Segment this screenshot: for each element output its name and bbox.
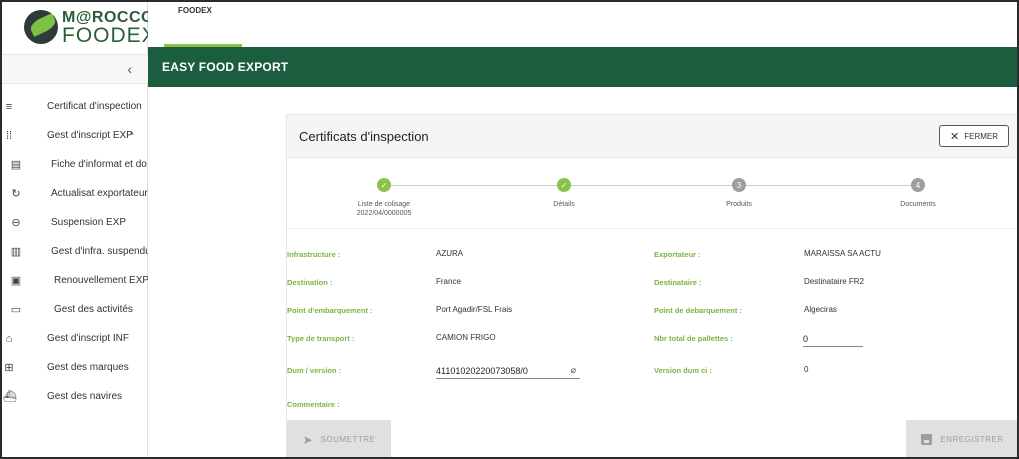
sidebar-item-navires[interactable]: ⛴ Gest des navires [0, 382, 148, 411]
building-icon: ▥ [10, 245, 22, 258]
version-dum-ci-label: Version dum ci : [654, 366, 712, 375]
page-title: EASY FOOD EXPORT [162, 60, 289, 74]
submit-button[interactable]: ➤ SOUMETTRE [287, 420, 391, 459]
destinataire-label: Destinataire : [654, 278, 702, 287]
close-icon: ✕ [950, 130, 960, 143]
sidebar-item-gest-inscript-exp[interactable]: ⁞⁞ Gest d'inscript EXP ^ [0, 121, 148, 150]
sidebar-item-infra-suspendu[interactable]: ▥ Gest d'infra. suspendu [0, 237, 148, 266]
clipboard-icon: ▤ [10, 158, 22, 171]
field-row: Dum / version : 41101020220073058/0 ⌀ Ve… [287, 365, 1019, 393]
step-details[interactable]: ✓ Détails [489, 178, 639, 209]
sidebar-item-actualisat[interactable]: ↻ Actualisat exportateur [0, 179, 148, 208]
destination-label: Destination : [287, 278, 333, 287]
certificat-card: Certificats d'inspection ✕ FERMER ✓ List… [286, 114, 1019, 459]
sidebar-item-activites[interactable]: ▭ Gest des activités [0, 295, 148, 324]
apps-grid-icon: ⁞⁞ [5, 129, 13, 142]
step-produits[interactable]: 3 Produits [664, 178, 814, 209]
logo-line2: FOODEX [62, 24, 157, 47]
sidebar-item-label: Gest des navires [47, 391, 123, 402]
account-box-icon: ▣ [10, 274, 22, 287]
sidebar: M@ROCCO FOODEX ‹ ≡ Certificat d'inspecti… [0, 0, 156, 459]
check-icon: ✓ [557, 178, 571, 192]
brand-logo[interactable]: M@ROCCO FOODEX [10, 4, 156, 50]
transport-value: CAMION FRIGO [436, 333, 496, 342]
sidebar-collapse-button[interactable]: ‹ [0, 54, 148, 84]
sidebar-nav: ≡ Certificat d'inspection ⁞⁞ Gest d'insc… [0, 92, 148, 411]
bank-icon: ⌂ [5, 332, 13, 345]
palettes-input[interactable]: 0 [803, 331, 863, 347]
save-button[interactable]: ENREGISTRER [906, 420, 1019, 459]
sidebar-item-label: Gest des marques [47, 362, 129, 373]
card-title: Certificats d'inspection [299, 129, 429, 144]
destinataire-value: Destinataire FR2 [804, 277, 865, 286]
destination-value: France [436, 277, 461, 286]
embarquement-value: Port Agadir/FSL Frais [436, 305, 513, 314]
step-documents[interactable]: 4 Documents [843, 178, 993, 209]
field-row: Infrastructure : AZURA Exportateur : MAR… [287, 249, 1019, 277]
step-label: Documents [900, 201, 936, 208]
stepper: ✓ Liste de colisage 2022/04/0000005 ✓ Dé… [287, 159, 1019, 229]
exportateur-value: MARAISSA SA ACTU [804, 249, 881, 258]
sidebar-item-suspension[interactable]: ⊖ Suspension EXP [0, 208, 148, 237]
save-button-label: ENREGISTRER [940, 435, 1004, 444]
submit-button-label: SOUMETTRE [320, 435, 376, 444]
transport-label: Type de transport : [287, 334, 355, 343]
sidebar-item-label: Renouvellement EXP [54, 275, 148, 286]
sidebar-item-marques[interactable]: ⊞ Gest des marques [0, 353, 148, 382]
sidebar-item-label: Gest d'inscript INF [47, 333, 129, 344]
palettes-label: Nbr total de pallettes : [654, 334, 733, 343]
page-header: EASY FOOD EXPORT [148, 47, 1019, 87]
dum-label: Dum / version : [287, 366, 342, 375]
step-number: 3 [732, 178, 746, 192]
sidebar-item-certificat[interactable]: ≡ Certificat d'inspection [0, 92, 148, 121]
list-check-icon: ≡ [5, 100, 13, 113]
step-label: Produits [726, 201, 752, 208]
sidebar-item-renouvellement[interactable]: ▣ Renouvellement EXP [0, 266, 148, 295]
step-label: Liste de colisage [357, 201, 411, 208]
debarquement-value: Algeciras [804, 305, 837, 314]
paperclip-icon[interactable]: ⌀ [571, 365, 576, 376]
close-button[interactable]: ✕ FERMER [939, 125, 1009, 147]
step-sublabel: 2022/04/0000005 [356, 210, 412, 217]
close-button-label: FERMER [964, 131, 998, 141]
commentaire-label: Commentaire : [287, 400, 340, 409]
chevron-left-icon: ‹ [127, 61, 132, 77]
embarquement-label: Point d'embarquement : [287, 306, 373, 315]
card-header: Certificats d'inspection ✕ FERMER [287, 115, 1019, 158]
field-row: Destination : France Destinataire : Dest… [287, 277, 1019, 305]
dum-input[interactable]: 41101020220073058/0 ⌀ [436, 363, 580, 379]
top-tab-bar: FOODEX [148, 0, 1019, 47]
chevron-up-icon: ^ [130, 131, 134, 140]
debarquement-label: Point de debarquement : [654, 306, 742, 315]
ticket-icon: ▭ [10, 303, 22, 316]
exportateur-label: Exportateur : [654, 250, 701, 259]
sidebar-item-gest-inscript-inf[interactable]: ⌂ Gest d'inscript INF [0, 324, 148, 353]
sidebar-item-label: Fiche d'informat et do [51, 159, 147, 170]
sidebar-item-label: Gest d'infra. suspendu [51, 246, 148, 257]
ship-icon: ⛴ [3, 390, 17, 403]
refresh-icon: ↻ [11, 187, 21, 200]
field-row: Type de transport : CAMION FRIGO Nbr tot… [287, 333, 1019, 361]
tab-foodex[interactable]: FOODEX [178, 6, 212, 15]
save-icon [921, 434, 933, 445]
add-box-icon: ⊞ [4, 361, 14, 374]
version-dum-ci-value: 0 [804, 365, 809, 374]
logo-emblem-icon [24, 10, 58, 44]
infrastructure-label: Infrastructure : [287, 250, 341, 259]
step-label: Détails [553, 201, 575, 208]
infrastructure-value: AZURA [436, 249, 464, 258]
sidebar-item-label: Suspension EXP [51, 217, 127, 228]
sidebar-item-fiche-informat[interactable]: ▤ Fiche d'informat et do [0, 150, 148, 179]
step-liste-colisage[interactable]: ✓ Liste de colisage 2022/04/0000005 [309, 178, 459, 218]
sidebar-item-label: Actualisat exportateur [51, 188, 148, 199]
field-row: Point d'embarquement : Port Agadir/FSL F… [287, 305, 1019, 333]
sidebar-item-label: Certificat d'inspection [47, 101, 142, 112]
minus-circle-icon: ⊖ [11, 216, 21, 229]
dum-value: 41101020220073058/0 [436, 366, 528, 376]
send-icon: ➤ [302, 432, 313, 447]
step-number: 4 [911, 178, 925, 192]
check-icon: ✓ [377, 178, 391, 192]
sidebar-item-label: Gest des activités [54, 304, 133, 315]
sidebar-item-label: Gest d'inscript EXP [47, 130, 133, 141]
